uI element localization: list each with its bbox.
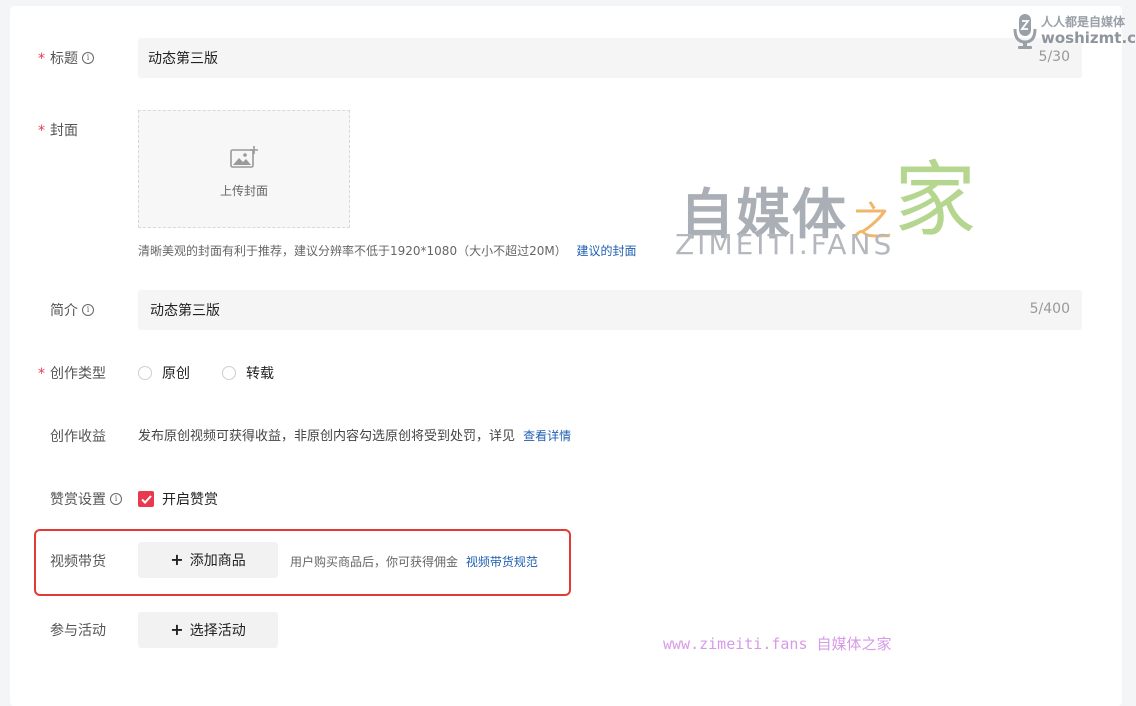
check-icon xyxy=(140,494,152,504)
info-icon[interactable]: i xyxy=(82,52,94,64)
watermark-jia-text: 家 xyxy=(894,153,977,248)
radio-circle[interactable] xyxy=(222,366,236,380)
cover-upload-area[interactable]: 上传封面 xyxy=(138,110,350,228)
title-label-text: 标题 xyxy=(50,51,78,67)
cover-label-text: 封面 xyxy=(50,123,78,139)
reward-checkbox-label: 开启赞赏 xyxy=(162,492,218,508)
plus-icon: + xyxy=(170,620,184,639)
intro-char-counter: 5/400 xyxy=(1029,301,1070,317)
cover-hint: 清晰美观的封面有利于推荐，建议分辨率不低于1920*1080（大小不超过20M）… xyxy=(138,242,637,259)
required-mark: * xyxy=(38,51,45,67)
watermark-sub-text: ZIMEITI.FANS xyxy=(675,228,895,261)
info-icon[interactable]: i xyxy=(82,304,94,316)
creation-income-label-text: 创作收益 xyxy=(50,429,106,445)
highlight-box xyxy=(34,529,571,596)
title-char-counter: 5/30 xyxy=(1038,49,1070,65)
creation-income-label: 创作收益 xyxy=(50,426,106,446)
radio-original-label: 原创 xyxy=(162,366,190,382)
reward-checkbox[interactable] xyxy=(138,491,154,507)
radio-circle[interactable] xyxy=(138,366,152,380)
title-input[interactable]: 动态第三版 5/30 xyxy=(138,38,1082,78)
intro-input[interactable]: 动态第三版 5/400 xyxy=(138,290,1082,330)
creation-type-label: 创作类型 xyxy=(50,363,106,383)
reward-checkbox-row[interactable]: 开启赞赏 xyxy=(138,489,218,509)
corner-watermark-line1: 人人都是自媒体 xyxy=(1041,14,1126,29)
info-icon[interactable]: i xyxy=(110,493,122,505)
corner-watermark-line2: woshizmt.cn xyxy=(1041,29,1136,48)
intro-input-value: 动态第三版 xyxy=(150,303,220,319)
activity-label-text: 参与活动 xyxy=(50,623,106,639)
creation-income-description: 发布原创视频可获得收益，非原创内容勾选原创将受到处罚，详见 xyxy=(138,429,516,444)
select-activity-button[interactable]: + 选择活动 xyxy=(138,612,278,648)
watermark-url-text: www.zimeiti.fans 自媒体之家 xyxy=(663,635,892,653)
activity-label: 参与活动 xyxy=(50,620,106,640)
radio-original[interactable]: 原创 xyxy=(138,363,190,383)
upload-cover-label: 上传封面 xyxy=(219,184,268,198)
suggested-cover-link[interactable]: 建议的封面 xyxy=(577,244,637,258)
radio-repost[interactable]: 转载 xyxy=(222,363,274,383)
creation-type-label-text: 创作类型 xyxy=(50,366,106,382)
corner-watermark: 人人都是自媒体 woshizmt.cn xyxy=(1012,12,1136,50)
required-mark: * xyxy=(38,366,45,382)
reward-label: 赞赏设置 i xyxy=(50,489,122,509)
title-input-value: 动态第三版 xyxy=(148,51,218,67)
view-details-link[interactable]: 查看详情 xyxy=(523,429,571,443)
creation-income-text: 发布原创视频可获得收益，非原创内容勾选原创将受到处罚，详见 查看详情 xyxy=(138,426,571,446)
intro-label-text: 简介 xyxy=(50,303,78,319)
intro-label: 简介 i xyxy=(50,300,94,320)
radio-repost-label: 转载 xyxy=(246,366,274,382)
microphone-icon xyxy=(1013,14,1037,49)
reward-label-text: 赞赏设置 xyxy=(50,492,106,508)
cover-label: 封面 xyxy=(50,120,78,140)
title-label: 标题 i xyxy=(50,48,94,68)
image-upload-icon xyxy=(230,146,258,168)
cover-hint-text: 清晰美观的封面有利于推荐，建议分辨率不低于1920*1080（大小不超过20M） xyxy=(138,244,567,258)
select-activity-label: 选择活动 xyxy=(189,623,246,639)
required-mark: * xyxy=(38,123,45,139)
